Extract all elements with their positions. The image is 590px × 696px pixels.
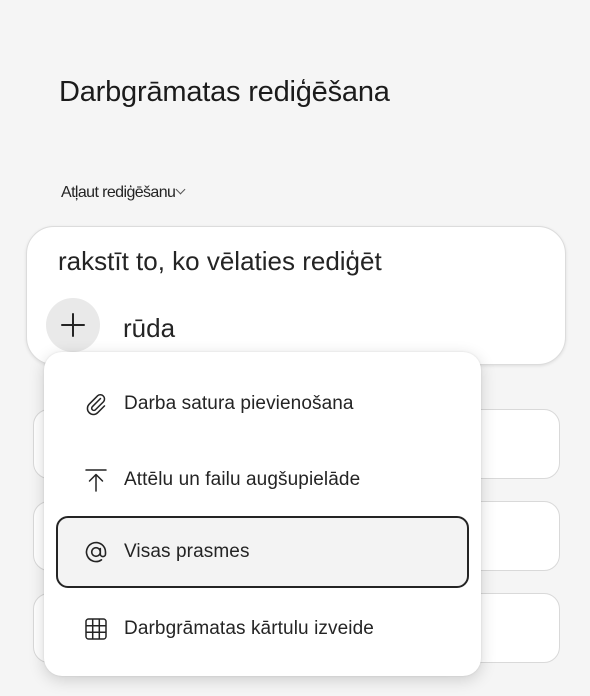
allow-editing-label: Atļaut rediģēšanu [61,184,176,201]
menu-item-label: Darbgrāmatas kārtulu izveide [124,618,374,639]
allow-editing-dropdown[interactable]: Atļaut rediģēšanu [61,184,186,202]
menu-item-label: Visas prasmes [124,541,250,562]
chevron-down-icon [175,184,186,195]
at-icon [82,538,110,566]
paperclip-icon [82,390,110,418]
prompt-subtext: rūda [123,313,176,343]
menu-item-add-work-content[interactable]: Darba satura pievienošana [44,368,481,440]
grid-icon [82,615,110,643]
add-menu: Darba satura pievienošana Attēlu un fail… [44,352,481,676]
menu-item-create-workbook-rules[interactable]: Darbgrāmatas kārtulu izveide [44,593,481,665]
page-title: Darbgrāmatas rediģēšana [59,76,390,108]
upload-icon [82,466,110,494]
add-button[interactable] [46,298,100,352]
menu-item-upload-images-files[interactable]: Attēlu un failu augšupielāde [44,444,481,516]
menu-item-label: Attēlu un failu augšupielāde [124,469,361,490]
menu-item-all-skills[interactable]: Visas prasmes [56,516,469,588]
plus-icon [61,313,85,337]
menu-item-label: Darba satura pievienošana [124,393,354,414]
prompt-input[interactable]: rakstīt to, ko vēlaties rediģēt [58,246,382,277]
prompt-composer[interactable]: rakstīt to, ko vēlaties rediģēt rūda [26,226,566,365]
